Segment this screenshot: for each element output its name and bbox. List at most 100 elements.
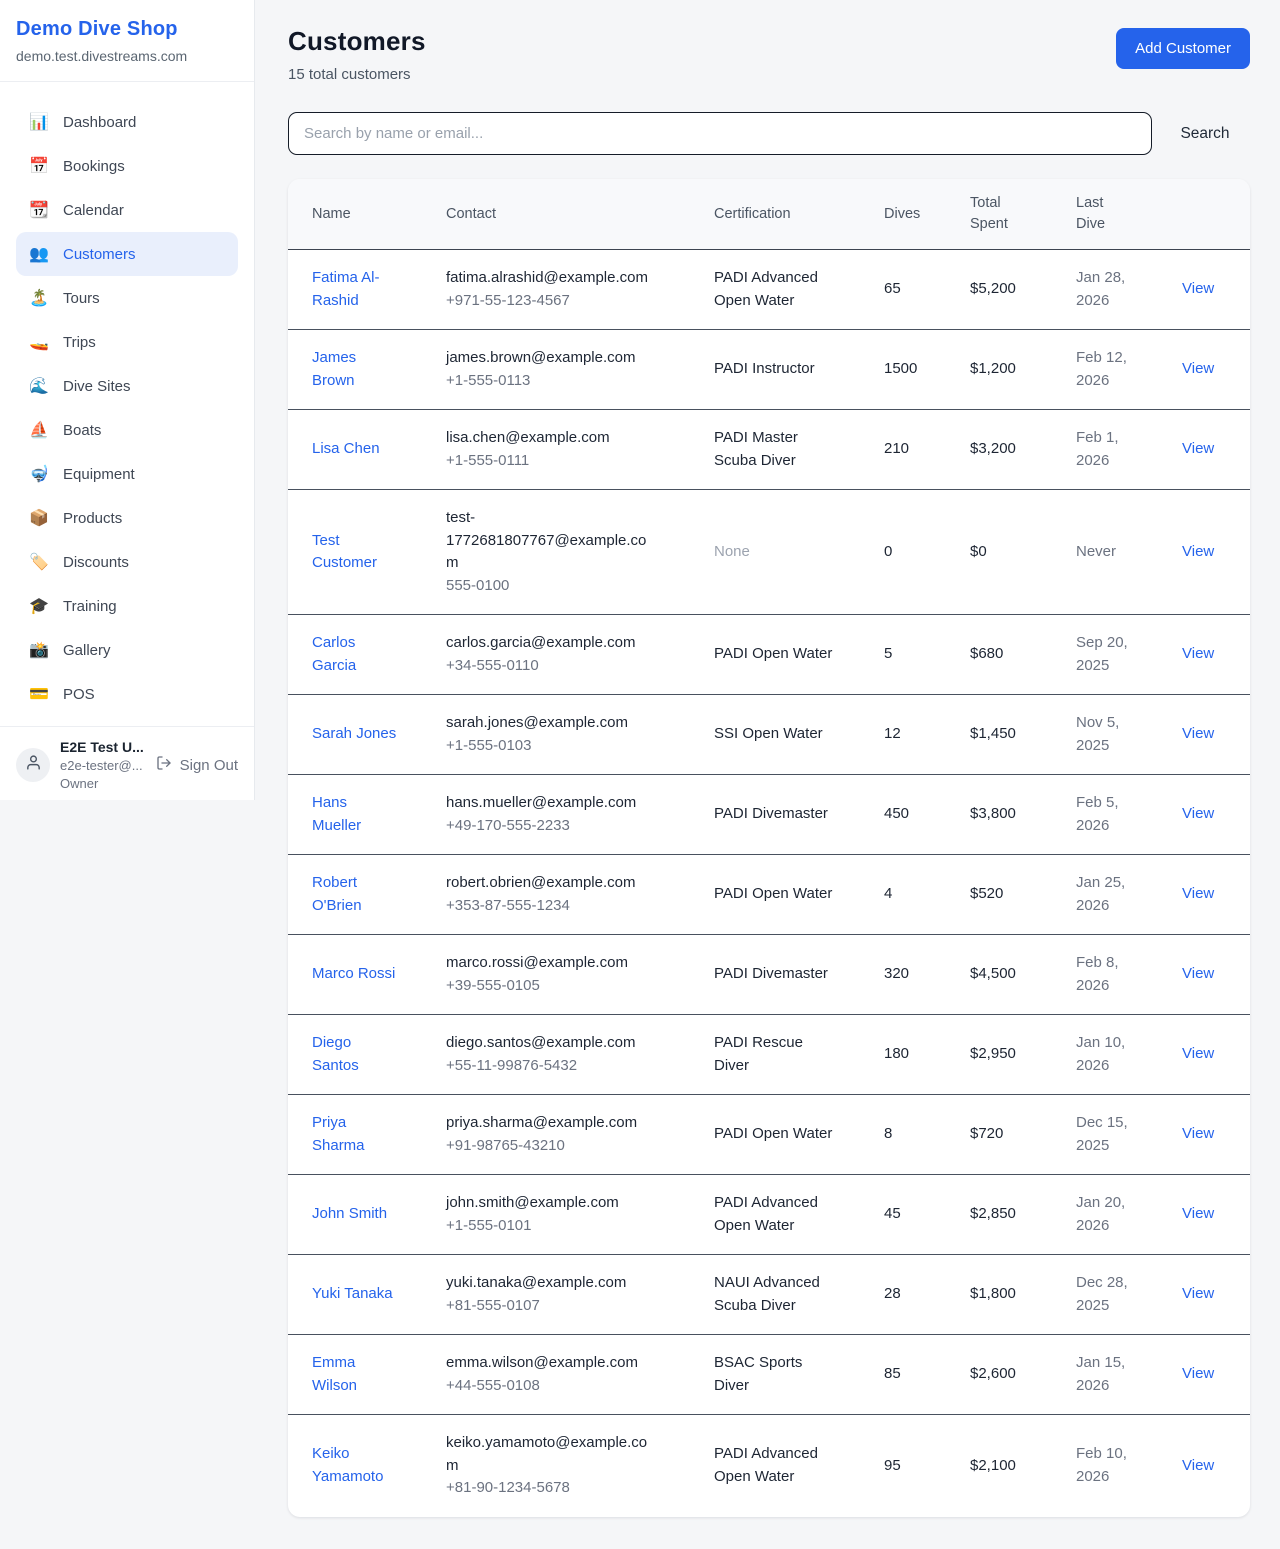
customer-last-dive: Nov 5, 2025 (1076, 712, 1138, 757)
view-customer-link[interactable]: View (1182, 1285, 1214, 1302)
customer-certification: PADI Advanced Open Water (714, 1192, 840, 1237)
view-customer-link[interactable]: View (1182, 280, 1214, 297)
customer-email: fatima.alrashid@example.com (446, 267, 658, 290)
search-input[interactable] (288, 112, 1152, 155)
customer-name-link[interactable]: Priya Sharma (312, 1112, 398, 1157)
customer-table-card: Name Contact Certification Dives Total S… (288, 179, 1250, 1517)
customer-phone: +91-98765-43210 (446, 1135, 690, 1158)
view-customer-link[interactable]: View (1182, 1457, 1214, 1474)
sign-out-button[interactable]: Sign Out (156, 755, 238, 775)
view-customer-link[interactable]: View (1182, 1045, 1214, 1062)
customer-last-dive: Jan 25, 2026 (1076, 872, 1138, 917)
table-row: Sarah Jones sarah.jones@example.com +1-5… (288, 695, 1250, 775)
customer-name-link[interactable]: James Brown (312, 347, 398, 392)
customer-dives: 5 (884, 645, 892, 662)
add-customer-button[interactable]: Add Customer (1116, 28, 1250, 69)
sidebar-item-tours[interactable]: 🏝️ Tours (16, 276, 238, 320)
camera-icon: 📸 (28, 640, 50, 660)
main-content: Customers 15 total customers Add Custome… (255, 0, 1280, 1549)
customer-dives: 95 (884, 1457, 901, 1474)
customer-name-link[interactable]: Test Customer (312, 530, 398, 575)
sidebar-item-boats[interactable]: ⛵ Boats (16, 408, 238, 452)
user-name: E2E Test U... (60, 739, 144, 755)
sidebar-item-gallery[interactable]: 📸 Gallery (16, 628, 238, 672)
view-customer-link[interactable]: View (1182, 1365, 1214, 1382)
customer-dives: 85 (884, 1365, 901, 1382)
customer-last-dive: Feb 12, 2026 (1076, 347, 1138, 392)
sidebar-item-bookings[interactable]: 📅 Bookings (16, 144, 238, 188)
shop-domain: demo.test.divestreams.com (16, 48, 238, 64)
customer-name-link[interactable]: Sarah Jones (312, 723, 396, 746)
customer-name-link[interactable]: Fatima Al-Rashid (312, 267, 398, 312)
customer-phone: +971-55-123-4567 (446, 290, 690, 313)
sailboat-icon: ⛵ (28, 420, 50, 440)
customer-total-spent: $3,200 (970, 440, 1016, 457)
sidebar-item-pos[interactable]: 💳 POS (16, 672, 238, 716)
customer-phone: +81-555-0107 (446, 1295, 690, 1318)
customer-name-link[interactable]: Emma Wilson (312, 1352, 398, 1397)
page-header-text: Customers 15 total customers (288, 26, 426, 83)
view-customer-link[interactable]: View (1182, 725, 1214, 742)
sidebar-item-label: Training (63, 598, 117, 615)
sidebar-item-products[interactable]: 📦 Products (16, 496, 238, 540)
table-row: Lisa Chen lisa.chen@example.com +1-555-0… (288, 410, 1250, 490)
sidebar-item-dashboard[interactable]: 📊 Dashboard (16, 100, 238, 144)
sidebar-item-label: Bookings (63, 158, 125, 175)
customer-total-spent: $2,600 (970, 1365, 1016, 1382)
sidebar-item-dive-sites[interactable]: 🌊 Dive Sites (16, 364, 238, 408)
customer-name-link[interactable]: Diego Santos (312, 1032, 398, 1077)
sidebar-item-label: Discounts (63, 554, 129, 571)
table-row: Robert O'Brien robert.obrien@example.com… (288, 855, 1250, 935)
customer-total-spent: $2,850 (970, 1205, 1016, 1222)
search-bar: Search (288, 112, 1250, 155)
view-customer-link[interactable]: View (1182, 805, 1214, 822)
column-header-contact: Contact (434, 179, 702, 250)
sidebar-item-label: Calendar (63, 202, 124, 219)
customer-name-link[interactable]: Lisa Chen (312, 438, 380, 461)
customer-name-link[interactable]: Carlos Garcia (312, 632, 398, 677)
customer-name-link[interactable]: Marco Rossi (312, 963, 395, 986)
view-customer-link[interactable]: View (1182, 645, 1214, 662)
sidebar-item-training[interactable]: 🎓 Training (16, 584, 238, 628)
customer-dives: 320 (884, 965, 909, 982)
sidebar-item-label: Products (63, 510, 122, 527)
sidebar-item-calendar[interactable]: 📆 Calendar (16, 188, 238, 232)
view-customer-link[interactable]: View (1182, 440, 1214, 457)
customer-certification: PADI Rescue Diver (714, 1032, 840, 1077)
sidebar-item-label: Gallery (63, 642, 111, 659)
sidebar-item-label: Tours (63, 290, 100, 307)
customer-phone: +39-555-0105 (446, 975, 690, 998)
speedboat-icon: 🚤 (28, 332, 50, 352)
column-header-last-dive: Last Dive (1064, 179, 1170, 250)
customer-name-link[interactable]: John Smith (312, 1203, 387, 1226)
customer-name-link[interactable]: Keiko Yamamoto (312, 1443, 398, 1488)
sidebar-item-trips[interactable]: 🚤 Trips (16, 320, 238, 364)
customer-total-spent: $0 (970, 543, 987, 560)
customer-name-link[interactable]: Yuki Tanaka (312, 1283, 393, 1306)
customer-phone: 555-0100 (446, 575, 690, 598)
table-row: Test Customer test-1772681807767@example… (288, 490, 1250, 615)
diving-mask-icon: 🤿 (28, 464, 50, 484)
view-customer-link[interactable]: View (1182, 965, 1214, 982)
table-row: Priya Sharma priya.sharma@example.com +9… (288, 1095, 1250, 1175)
view-customer-link[interactable]: View (1182, 1125, 1214, 1142)
view-customer-link[interactable]: View (1182, 543, 1214, 560)
view-customer-link[interactable]: View (1182, 360, 1214, 377)
customer-name-link[interactable]: Robert O'Brien (312, 872, 398, 917)
customer-phone: +44-555-0108 (446, 1375, 690, 1398)
view-customer-link[interactable]: View (1182, 885, 1214, 902)
sidebar-item-discounts[interactable]: 🏷️ Discounts (16, 540, 238, 584)
search-button[interactable]: Search (1160, 125, 1250, 143)
sidebar-item-equipment[interactable]: 🤿 Equipment (16, 452, 238, 496)
customer-email: john.smith@example.com (446, 1192, 658, 1215)
customer-email: james.brown@example.com (446, 347, 658, 370)
customer-certification: BSAC Sports Diver (714, 1352, 840, 1397)
user-icon (25, 754, 42, 776)
customer-email: yuki.tanaka@example.com (446, 1272, 658, 1295)
table-row: Diego Santos diego.santos@example.com +5… (288, 1015, 1250, 1095)
view-customer-link[interactable]: View (1182, 1205, 1214, 1222)
customer-total-spent: $3,800 (970, 805, 1016, 822)
sidebar-item-customers[interactable]: 👥 Customers (16, 232, 238, 276)
customer-name-link[interactable]: Hans Mueller (312, 792, 398, 837)
table-header: Name Contact Certification Dives Total S… (288, 179, 1250, 250)
